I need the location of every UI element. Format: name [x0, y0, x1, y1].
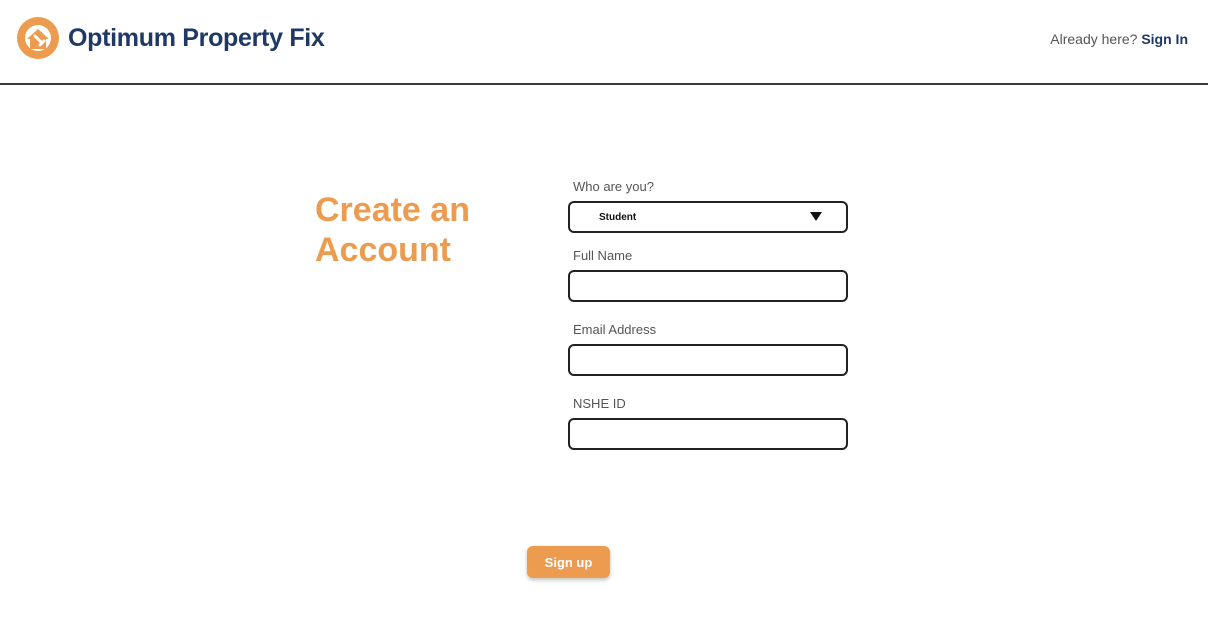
email-input[interactable]: [570, 346, 846, 374]
full-name-group: Full Name: [568, 247, 848, 302]
nshe-id-group: NSHE ID: [568, 395, 848, 450]
full-name-field-box: [568, 270, 848, 302]
email-group: Email Address: [568, 321, 848, 376]
already-here-text: Already here?: [1050, 31, 1138, 47]
email-label: Email Address: [573, 322, 657, 337]
sign-in-link[interactable]: Sign In: [1141, 31, 1188, 47]
role-selected-value: Student: [599, 212, 637, 223]
nshe-id-label: NSHE ID: [573, 396, 626, 411]
nshe-id-field-box: [568, 418, 848, 450]
nshe-id-input[interactable]: [570, 420, 846, 448]
role-select[interactable]: Student: [568, 201, 848, 233]
signup-form: Who are you? Student Full Name Email Add…: [568, 178, 848, 450]
full-name-label: Full Name: [573, 248, 633, 263]
house-wrench-icon: [17, 17, 59, 59]
sign-up-button[interactable]: Sign up: [527, 546, 610, 578]
signin-prompt: Already here? Sign In: [1050, 31, 1188, 47]
top-header: Optimum Property Fix Already here? Sign …: [0, 0, 1208, 85]
role-group: Who are you? Student: [568, 178, 848, 233]
role-label: Who are you?: [573, 179, 654, 194]
full-name-input[interactable]: [570, 272, 846, 300]
caret-down-icon: [810, 212, 822, 221]
email-field-box: [568, 344, 848, 376]
page-title: Create an Account: [315, 191, 470, 269]
brand-name: Optimum Property Fix: [68, 24, 325, 52]
